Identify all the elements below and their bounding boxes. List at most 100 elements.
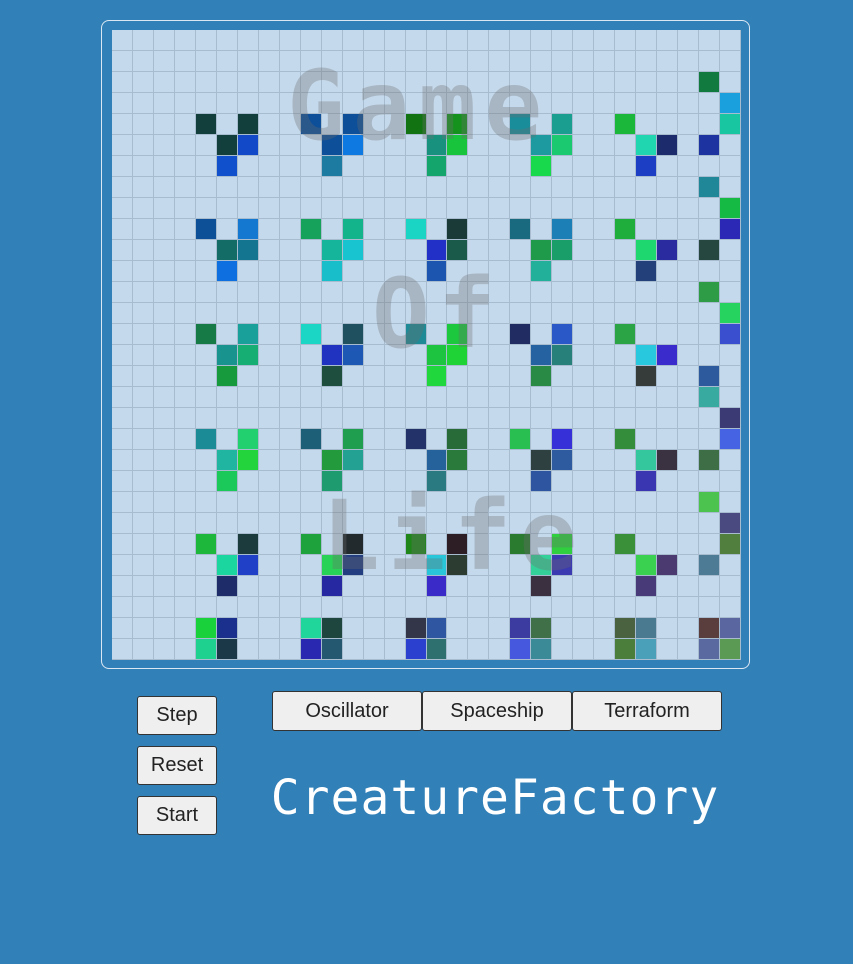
grid-cell[interactable] bbox=[657, 429, 679, 450]
live-cell[interactable] bbox=[699, 366, 721, 387]
live-cell[interactable] bbox=[321, 555, 343, 576]
grid-cell[interactable] bbox=[216, 177, 238, 198]
grid-cell[interactable] bbox=[720, 576, 741, 597]
grid-cell[interactable] bbox=[174, 429, 196, 450]
live-cell[interactable] bbox=[636, 471, 658, 492]
grid-cell[interactable] bbox=[384, 450, 406, 471]
live-cell[interactable] bbox=[510, 114, 532, 135]
grid-cell[interactable] bbox=[720, 177, 741, 198]
grid-cell[interactable] bbox=[384, 156, 406, 177]
live-cell[interactable] bbox=[321, 135, 343, 156]
grid-cell[interactable] bbox=[153, 177, 175, 198]
grid-cell[interactable] bbox=[552, 618, 574, 639]
grid-cell[interactable] bbox=[112, 597, 133, 618]
grid-cell[interactable] bbox=[720, 51, 741, 72]
grid-cell[interactable] bbox=[363, 429, 385, 450]
grid-cell[interactable] bbox=[195, 450, 217, 471]
grid-cell[interactable] bbox=[489, 240, 511, 261]
live-cell[interactable] bbox=[405, 618, 427, 639]
grid-cell[interactable] bbox=[489, 450, 511, 471]
grid-cell[interactable] bbox=[195, 345, 217, 366]
live-cell[interactable] bbox=[216, 240, 238, 261]
grid-cell[interactable] bbox=[363, 219, 385, 240]
grid-cell[interactable] bbox=[384, 261, 406, 282]
grid-cell[interactable] bbox=[384, 345, 406, 366]
grid-cell[interactable] bbox=[594, 303, 616, 324]
grid-cell[interactable] bbox=[195, 408, 217, 429]
live-cell[interactable] bbox=[426, 135, 448, 156]
grid-cell[interactable] bbox=[195, 198, 217, 219]
grid-cell[interactable] bbox=[405, 492, 427, 513]
live-cell[interactable] bbox=[321, 450, 343, 471]
grid-cell[interactable] bbox=[573, 240, 595, 261]
grid-cell[interactable] bbox=[426, 114, 448, 135]
grid-cell[interactable] bbox=[720, 156, 741, 177]
grid-cell[interactable] bbox=[384, 597, 406, 618]
grid-cell[interactable] bbox=[657, 324, 679, 345]
grid-cell[interactable] bbox=[237, 597, 259, 618]
live-cell[interactable] bbox=[300, 618, 322, 639]
grid-cell[interactable] bbox=[363, 114, 385, 135]
live-cell[interactable] bbox=[699, 387, 721, 408]
grid-cell[interactable] bbox=[237, 261, 259, 282]
grid-cell[interactable] bbox=[447, 177, 469, 198]
grid-cell[interactable] bbox=[573, 513, 595, 534]
live-cell[interactable] bbox=[657, 555, 679, 576]
grid-cell[interactable] bbox=[678, 639, 700, 660]
grid-cell[interactable] bbox=[384, 576, 406, 597]
live-cell[interactable] bbox=[699, 639, 721, 660]
grid-cell[interactable] bbox=[300, 387, 322, 408]
grid-cell[interactable] bbox=[342, 261, 364, 282]
grid-cell[interactable] bbox=[363, 282, 385, 303]
grid-cell[interactable] bbox=[489, 72, 511, 93]
grid-cell[interactable] bbox=[216, 93, 238, 114]
grid-cell[interactable] bbox=[405, 450, 427, 471]
grid-cell[interactable] bbox=[510, 240, 532, 261]
grid-cell[interactable] bbox=[531, 198, 553, 219]
grid-cell[interactable] bbox=[594, 555, 616, 576]
grid-cell[interactable] bbox=[174, 51, 196, 72]
grid-cell[interactable] bbox=[573, 618, 595, 639]
grid-cell[interactable] bbox=[594, 93, 616, 114]
grid-cell[interactable] bbox=[112, 513, 133, 534]
grid-cell[interactable] bbox=[489, 429, 511, 450]
live-cell[interactable] bbox=[321, 345, 343, 366]
grid-cell[interactable] bbox=[384, 282, 406, 303]
grid-cell[interactable] bbox=[300, 177, 322, 198]
grid-cell[interactable] bbox=[237, 198, 259, 219]
live-cell[interactable] bbox=[216, 261, 238, 282]
grid-cell[interactable] bbox=[447, 366, 469, 387]
grid-cell[interactable] bbox=[258, 219, 280, 240]
grid-cell[interactable] bbox=[258, 429, 280, 450]
grid-cell[interactable] bbox=[468, 492, 490, 513]
grid-cell[interactable] bbox=[132, 30, 154, 51]
grid-cell[interactable] bbox=[112, 198, 133, 219]
grid-cell[interactable] bbox=[279, 345, 301, 366]
grid-cell[interactable] bbox=[468, 177, 490, 198]
live-cell[interactable] bbox=[615, 429, 637, 450]
grid-cell[interactable] bbox=[258, 72, 280, 93]
grid-cell[interactable] bbox=[132, 555, 154, 576]
grid-cell[interactable] bbox=[552, 303, 574, 324]
grid-cell[interactable] bbox=[531, 597, 553, 618]
grid-cell[interactable] bbox=[489, 555, 511, 576]
live-cell[interactable] bbox=[510, 219, 532, 240]
grid-cell[interactable] bbox=[405, 261, 427, 282]
grid-cell[interactable] bbox=[426, 387, 448, 408]
grid-cell[interactable] bbox=[510, 597, 532, 618]
grid-cell[interactable] bbox=[468, 240, 490, 261]
grid-cell[interactable] bbox=[216, 387, 238, 408]
grid-cell[interactable] bbox=[615, 303, 637, 324]
grid-cell[interactable] bbox=[279, 303, 301, 324]
grid-cell[interactable] bbox=[552, 387, 574, 408]
grid-cell[interactable] bbox=[615, 240, 637, 261]
grid-cell[interactable] bbox=[216, 408, 238, 429]
grid-cell[interactable] bbox=[615, 345, 637, 366]
grid-cell[interactable] bbox=[426, 324, 448, 345]
live-cell[interactable] bbox=[531, 345, 553, 366]
live-cell[interactable] bbox=[531, 471, 553, 492]
grid-cell[interactable] bbox=[447, 513, 469, 534]
grid-cell[interactable] bbox=[279, 30, 301, 51]
live-cell[interactable] bbox=[552, 240, 574, 261]
grid-cell[interactable] bbox=[363, 345, 385, 366]
